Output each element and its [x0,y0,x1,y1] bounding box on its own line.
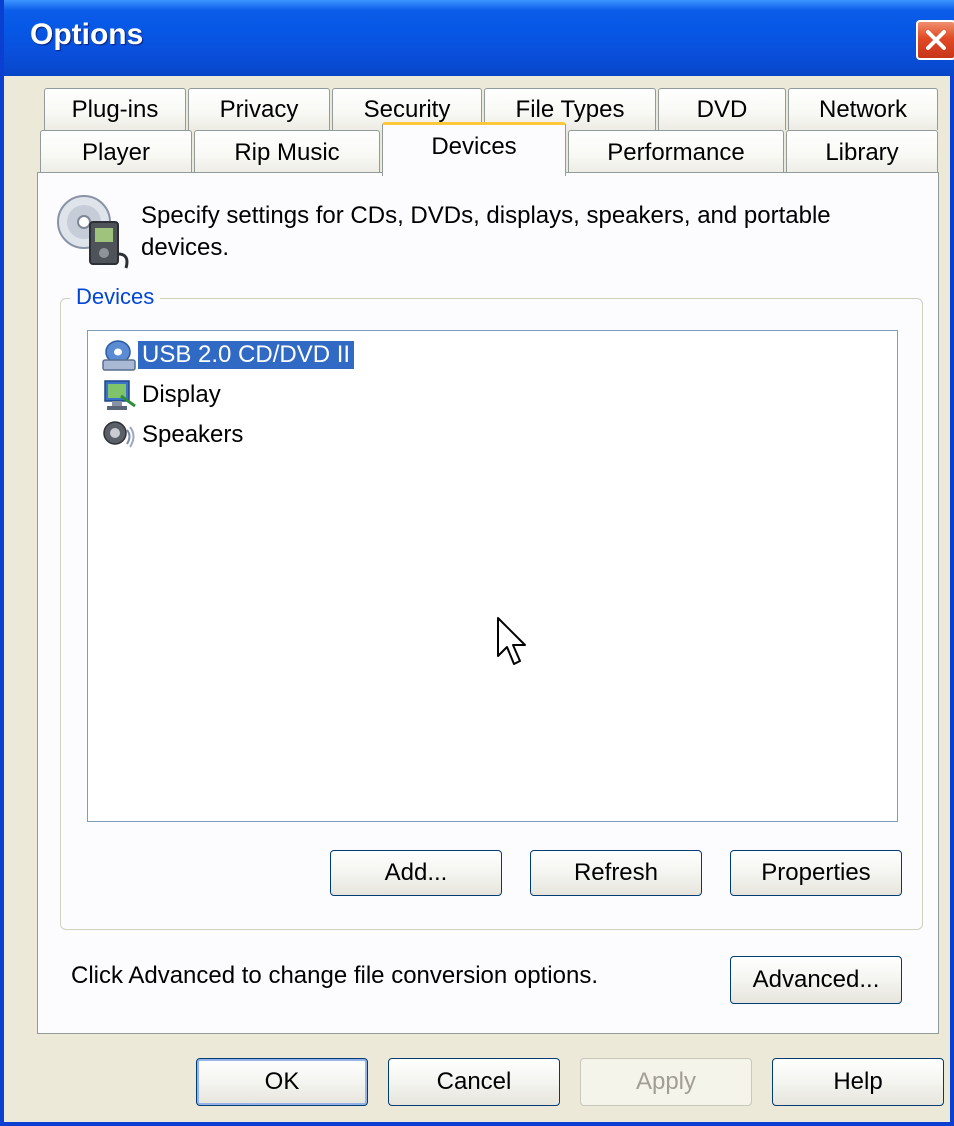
close-button[interactable] [916,20,954,60]
button-label: Apply [635,1068,697,1095]
list-item-display[interactable]: Display [100,377,225,413]
tab-player[interactable]: Player [40,130,192,174]
tab-dvd[interactable]: DVD [658,88,786,130]
tab-rip-music[interactable]: Rip Music [194,130,380,174]
tab-library[interactable]: Library [786,130,938,174]
apply-button: Apply [580,1058,752,1106]
tab-label: Plug-ins [71,95,159,123]
devices-group-label: Devices [70,284,161,310]
button-label: Help [833,1068,883,1095]
speaker-icon [100,417,138,453]
ok-button[interactable]: OK [196,1058,368,1106]
list-item-usb-cd-dvd[interactable]: USB 2.0 CD/DVD II [100,337,355,373]
tab-label: Library [825,138,899,166]
tab-label: Player [81,138,151,166]
list-item-speakers[interactable]: Speakers [100,417,247,453]
tab-plug-ins[interactable]: Plug-ins [44,88,186,130]
tab-label: DVD [696,95,748,123]
options-dialog: Options Plug-ins Privacy Security File T… [0,0,954,1126]
tab-performance[interactable]: Performance [568,130,784,174]
cd-drive-icon [100,337,138,373]
mouse-cursor-icon [497,617,526,665]
advanced-hint: Click Advanced to change file conversion… [71,962,598,989]
page-description: Specify settings for CDs, DVDs, displays… [141,202,831,261]
button-label: Add... [384,859,448,886]
tab-label: File Types [515,95,625,123]
tab-label: Performance [607,138,745,166]
title-bar[interactable]: Options [4,0,954,76]
close-icon [926,30,946,50]
tab-label: Security [363,95,451,123]
tab-label: Rip Music [234,138,340,166]
list-item-label: Display [142,381,221,408]
tab-network[interactable]: Network [788,88,938,130]
button-label: Properties [761,859,871,886]
button-label: Advanced... [752,966,880,993]
button-label: Refresh [573,859,659,886]
display-icon [100,377,138,413]
add-device-button[interactable]: Add... [330,850,502,896]
list-item-label: USB 2.0 CD/DVD II [138,341,355,369]
help-button[interactable]: Help [772,1058,944,1106]
tab-label: Network [818,95,908,123]
button-label: Cancel [436,1068,512,1095]
devices-list[interactable]: USB 2.0 CD/DVD II Display Speakers [87,330,898,822]
devices-cd-player-icon [57,195,129,269]
tab-label: Devices [431,133,517,160]
cancel-button[interactable]: Cancel [388,1058,560,1106]
list-item-label: Speakers [142,421,244,448]
advanced-button[interactable]: Advanced... [730,956,902,1004]
button-label: OK [264,1068,300,1095]
refresh-button[interactable]: Refresh [530,850,702,896]
window-title: Options [30,18,144,51]
tab-privacy[interactable]: Privacy [188,88,330,130]
tab-devices[interactable]: Devices [382,122,566,176]
tab-label: Privacy [219,95,299,123]
properties-button[interactable]: Properties [730,850,902,896]
